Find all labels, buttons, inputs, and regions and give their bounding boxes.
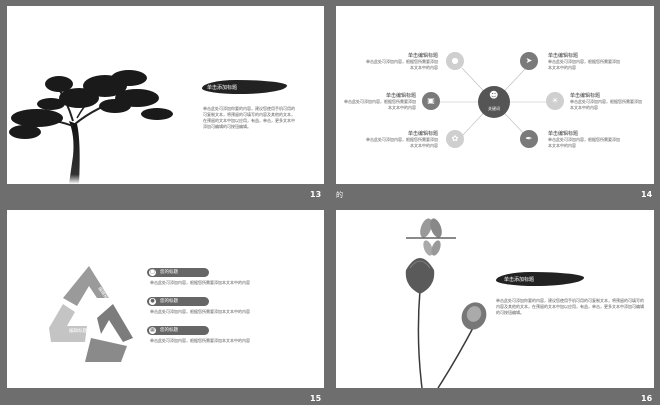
item-desc-2[interactable]: 单击此处可添加内容，根据您所需要添加本文本中的内容 <box>150 309 310 315</box>
item-pill-2[interactable]: ● 您的标题 <box>147 297 209 306</box>
item-right-bottom[interactable]: 单击编辑标题 单击此处可添加内容，根据您所需要添加本文本中的内容 <box>548 130 620 149</box>
item-title: 单击编辑标题 <box>407 53 438 59</box>
slide-15[interactable]: 编辑标题 编辑标题 编辑标题 □ 您的标题 单击此处可添加内容，根据您所需要添加… <box>7 210 324 388</box>
slide-13[interactable]: 单击添加标题 单击此处可添加你要的内容，建议您使用手机可用的可复制文本，将预留的… <box>7 6 324 184</box>
slide-number-14: 14 <box>641 190 653 199</box>
people-icon: ☻ <box>489 91 499 101</box>
slide-number-13: 13 <box>310 190 322 199</box>
item-desc: 单击此处可添加内容，根据您所需要添加本文本中的内容 <box>366 137 438 148</box>
slide-14[interactable]: ☻ 关键词 ● ➤ ▣ ☀ ✿ ✒ 单击编辑标题 单击此处可添加内容，根据您所需… <box>336 6 654 184</box>
item-desc-3[interactable]: 单击此处可添加内容，根据您所需要添加本文本中的内容 <box>150 338 310 344</box>
people-icon[interactable]: ● <box>446 52 464 70</box>
feather-icon[interactable]: ✒ <box>520 130 538 148</box>
user-icon: ● <box>149 298 156 305</box>
item-desc-1[interactable]: 单击此处可添加内容，根据您所需要添加本文本中的内容 <box>150 280 310 286</box>
hub-label: 关键词 <box>488 106 500 111</box>
keyword-hub[interactable]: ☻ 关键词 <box>478 86 510 118</box>
slide-16-body[interactable]: 单击此处可添加你要的内容，建议您使用手机可用的可复制文本，将预留的可填写的内容及… <box>496 298 646 316</box>
item-title: 您的标题 <box>160 270 178 275</box>
item-desc: 单击此处可添加内容，根据您所需要添加本文本中的内容 <box>344 99 416 110</box>
slide-number-15: 15 <box>310 394 322 403</box>
rocket-icon[interactable]: ➤ <box>520 52 538 70</box>
arrow-label-3: 编辑标题 <box>69 329 87 334</box>
item-right-top[interactable]: 单击编辑标题 单击此处可添加内容，根据您所需要添加本文本中的内容 <box>548 52 620 71</box>
item-title: 您的标题 <box>160 328 178 333</box>
item-title: 单击编辑标题 <box>548 131 579 137</box>
slide-number-16: 16 <box>641 394 653 403</box>
slide-13-body[interactable]: 单击此处可添加你要的内容，建议您使用手机可用的可复制文本，将预留的可填写的内容及… <box>203 106 295 130</box>
item-pill-3[interactable]: ▦ 您的标题 <box>147 326 209 335</box>
slide-13-title[interactable]: 单击添加标题 <box>207 84 237 91</box>
item-desc: 单击此处可添加内容，根据您所需要添加本文本中的内容 <box>366 59 438 70</box>
tree-illustration <box>9 70 173 184</box>
slide-16-title[interactable]: 单击添加标题 <box>504 276 534 283</box>
item-left-top[interactable]: 单击编辑标题 单击此处可添加内容，根据您所需要添加本文本中的内容 <box>366 52 438 71</box>
item-title: 单击编辑标题 <box>385 93 416 99</box>
item-desc: 单击此处可添加内容，根据您所需要添加本文本中的内容 <box>570 99 642 110</box>
item-left-mid[interactable]: 单击编辑标题 单击此处可添加内容，根据您所需要添加本文本中的内容 <box>344 92 416 111</box>
calendar-icon: ▦ <box>149 327 156 334</box>
item-left-bottom[interactable]: 单击编辑标题 单击此处可添加内容，根据您所需要添加本文本中的内容 <box>366 130 438 149</box>
item-desc: 单击此处可添加内容，根据您所需要添加本文本中的内容 <box>548 59 620 70</box>
briefcase-icon[interactable]: ▣ <box>422 92 440 110</box>
leaf-icon[interactable]: ✿ <box>446 130 464 148</box>
file-icon: □ <box>149 269 156 276</box>
item-pill-1[interactable]: □ 您的标题 <box>147 268 209 277</box>
sun-icon[interactable]: ☀ <box>546 92 564 110</box>
item-desc: 单击此处可添加内容，根据您所需要添加本文本中的内容 <box>548 137 620 148</box>
item-title: 单击编辑标题 <box>548 53 579 59</box>
recycle-arrows <box>49 266 133 362</box>
item-right-mid[interactable]: 单击编辑标题 单击此处可添加内容，根据您所需要添加本文本中的内容 <box>570 92 642 111</box>
stray-mark: 的 <box>336 191 343 199</box>
lotus-dragonfly-illustration <box>405 218 487 388</box>
item-title: 您的标题 <box>160 299 178 304</box>
item-title: 单击编辑标题 <box>407 131 438 137</box>
item-title: 单击编辑标题 <box>570 93 601 99</box>
slide-16[interactable]: 单击添加标题 单击此处可添加你要的内容，建议您使用手机可用的可复制文本，将预留的… <box>336 210 654 388</box>
